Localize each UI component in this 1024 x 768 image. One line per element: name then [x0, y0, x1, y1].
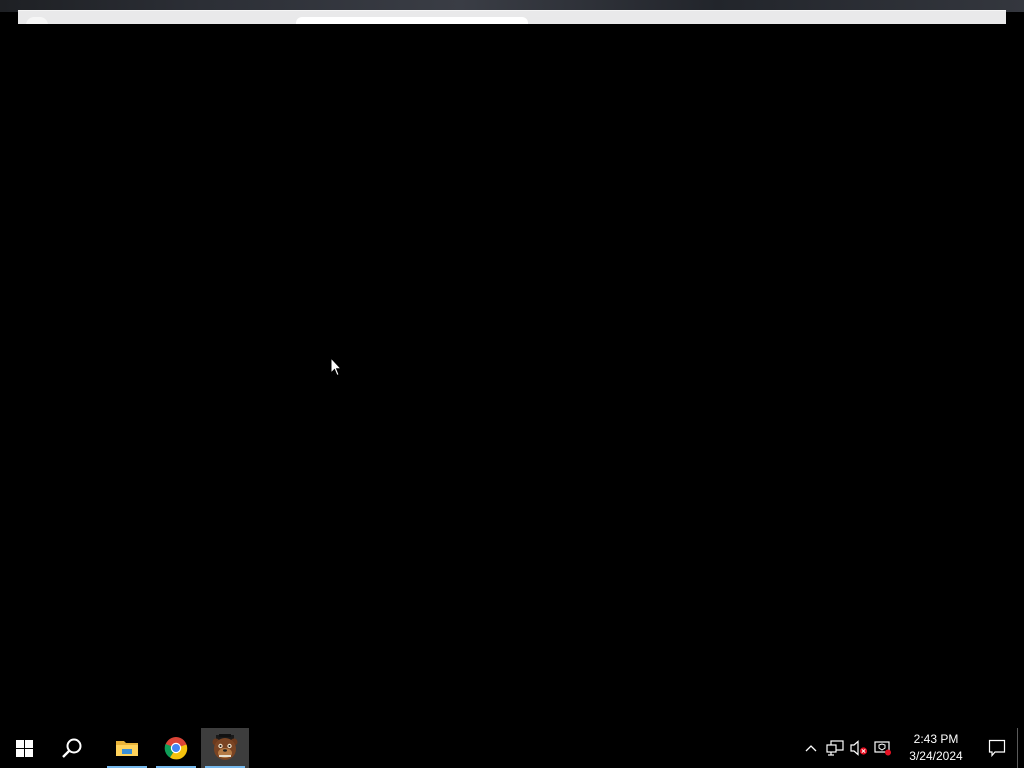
game-window[interactable]	[0, 24, 1024, 728]
search-button[interactable]	[48, 728, 96, 768]
action-center-icon	[988, 739, 1006, 757]
show-desktop-button[interactable]	[1017, 728, 1024, 768]
taskbar-item-chrome[interactable]	[152, 728, 200, 768]
mouse-cursor-icon	[330, 357, 342, 377]
tray-overflow-button[interactable]	[799, 728, 823, 768]
system-tray: 2:43 PM 3/24/2024	[799, 728, 1024, 768]
security-icon	[874, 741, 891, 756]
desktop-screen: 2:43 PM 3/24/2024	[0, 0, 1024, 768]
browser-window-edge[interactable]	[18, 10, 1006, 25]
folder-icon	[116, 741, 138, 756]
volume-muted-icon	[850, 740, 868, 756]
windows-logo-icon	[15, 739, 33, 757]
taskbar-item-file-explorer[interactable]	[103, 728, 151, 768]
action-center-button[interactable]	[977, 728, 1017, 768]
search-icon	[62, 738, 82, 758]
tray-security-button[interactable]	[871, 728, 895, 768]
freddy-icon	[212, 734, 238, 760]
clock-date: 3/24/2024	[909, 749, 963, 763]
tray-volume-button[interactable]	[847, 728, 871, 768]
taskbar-clock[interactable]: 2:43 PM 3/24/2024	[895, 728, 977, 768]
taskbar: 2:43 PM 3/24/2024	[0, 728, 1024, 768]
network-icon	[826, 740, 844, 756]
tray-network-button[interactable]	[823, 728, 847, 768]
chevron-up-icon	[805, 745, 817, 752]
chrome-icon	[164, 737, 188, 760]
start-button[interactable]	[0, 728, 48, 768]
taskbar-item-fnaf-game[interactable]	[201, 728, 249, 768]
clock-time: 2:43 PM	[913, 732, 959, 746]
